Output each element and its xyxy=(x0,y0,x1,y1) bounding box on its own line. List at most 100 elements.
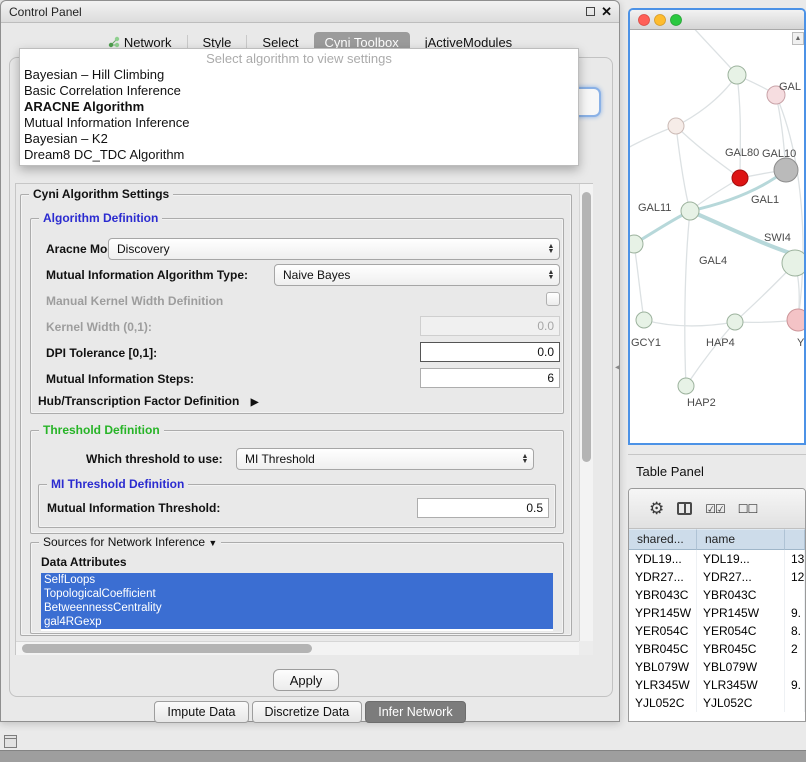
algorithm-dropdown-popup: Select algorithm to view settings Bayesi… xyxy=(19,48,579,166)
table-row[interactable]: YJL052C YJL052C xyxy=(629,694,805,712)
table-row[interactable]: YBR043C YBR043C xyxy=(629,586,805,604)
cell[interactable]: YBR043C xyxy=(629,586,697,604)
attribute-item-selected[interactable]: gal4RGexp xyxy=(41,615,553,629)
cell[interactable]: YDR27... xyxy=(697,568,785,586)
control-panel-titlebar[interactable]: Control Panel ✕ xyxy=(1,1,619,23)
attribute-item-selected[interactable]: BetweennessCentrality xyxy=(41,601,553,615)
which-threshold-combobox[interactable]: MI Threshold ▲▼ xyxy=(236,448,534,470)
hub-definition-expander[interactable]: Hub/Transcription Factor Definition ▶ xyxy=(38,394,258,408)
deselect-all-icon[interactable]: ☐☐ xyxy=(738,502,758,516)
apply-button[interactable]: Apply xyxy=(273,669,339,691)
column-header-name[interactable]: name xyxy=(697,529,785,550)
cell[interactable]: YJL052C xyxy=(697,694,785,712)
network-node[interactable] xyxy=(668,118,684,134)
cell[interactable]: YBR045C xyxy=(629,640,697,658)
attribute-item-selected[interactable]: SelfLoops xyxy=(41,573,553,587)
network-edge xyxy=(644,320,735,326)
cell[interactable]: YBL079W xyxy=(697,658,785,676)
close-icon[interactable]: ✕ xyxy=(601,4,612,20)
dropdown-item[interactable]: Mutual Information Inference xyxy=(20,115,578,131)
network-canvas[interactable]: GAL GAL80 GAL10 GAL11 GAL1 SWI4 GAL4 GCY… xyxy=(630,30,804,443)
splitpane-collapse-icon[interactable]: ◂ xyxy=(615,362,620,373)
network-edge xyxy=(634,211,690,244)
cell[interactable]: YLR345W xyxy=(697,676,785,694)
minimized-panel-icon[interactable] xyxy=(4,735,17,748)
close-traffic-light[interactable] xyxy=(639,15,650,26)
table-row[interactable]: YER054C YER054C 8. xyxy=(629,622,805,640)
column-header[interactable] xyxy=(785,529,805,550)
combo-arrows-icon: ▲▼ xyxy=(545,270,559,280)
vertical-scrollbar[interactable] xyxy=(579,184,593,641)
manual-kernel-checkbox[interactable] xyxy=(546,292,560,306)
cell[interactable] xyxy=(785,586,805,604)
mi-threshold-field[interactable] xyxy=(417,498,549,518)
cell[interactable]: 9. xyxy=(785,676,805,694)
network-node[interactable] xyxy=(636,312,652,328)
select-all-icon[interactable]: ☑☑ xyxy=(705,502,725,516)
cell[interactable]: YPR145W xyxy=(629,604,697,622)
dpi-tolerance-field[interactable] xyxy=(420,342,560,362)
aracne-mode-combobox[interactable]: Discovery ▲▼ xyxy=(108,238,560,260)
dropdown-item[interactable]: Dream8 DC_TDC Algorithm xyxy=(20,147,578,163)
network-node[interactable] xyxy=(681,202,699,220)
tab-discretize-data[interactable]: Discretize Data xyxy=(252,701,363,723)
cell[interactable]: YDL19... xyxy=(629,550,697,568)
tab-infer-network[interactable]: Infer Network xyxy=(365,701,465,723)
cell[interactable] xyxy=(785,694,805,712)
expanded-arrow-icon: ▼ xyxy=(208,538,217,548)
attribute-item-selected[interactable]: TopologicalCoefficient xyxy=(41,587,553,601)
dropdown-item[interactable]: Basic Correlation Inference xyxy=(20,83,578,99)
settings-gear-icon[interactable]: ⚙ xyxy=(649,500,664,517)
table-row[interactable]: YDR27... YDR27... 12 xyxy=(629,568,805,586)
table-row[interactable]: YLR345W YLR345W 9. xyxy=(629,676,805,694)
dropdown-item[interactable]: Bayesian – Hill Climbing xyxy=(20,67,578,83)
network-node[interactable] xyxy=(787,309,804,331)
network-node-gal10[interactable] xyxy=(732,170,748,186)
cell[interactable]: YJL052C xyxy=(629,694,697,712)
cell[interactable] xyxy=(785,658,805,676)
horizontal-scrollbar[interactable] xyxy=(16,641,579,655)
network-window-titlebar[interactable] xyxy=(630,10,804,30)
network-node[interactable] xyxy=(782,250,804,276)
scroll-up-arrow-icon[interactable]: ▲ xyxy=(792,32,804,45)
scrollbar-thumb[interactable] xyxy=(582,192,591,462)
table-row[interactable]: YPR145W YPR145W 9. xyxy=(629,604,805,622)
dropdown-placeholder: Select algorithm to view settings xyxy=(20,51,578,67)
cell[interactable]: YPR145W xyxy=(697,604,785,622)
cell[interactable]: YER054C xyxy=(629,622,697,640)
cell[interactable]: 12 xyxy=(785,568,805,586)
column-header-shared-name[interactable]: shared... xyxy=(629,529,697,550)
dropdown-item[interactable]: Bayesian – K2 xyxy=(20,131,578,147)
kernel-width-field[interactable] xyxy=(420,316,560,336)
scrollbar-thumb[interactable] xyxy=(22,644,312,653)
dropdown-item-selected[interactable]: ARACNE Algorithm xyxy=(20,99,578,115)
network-node[interactable] xyxy=(727,314,743,330)
cell[interactable]: 2 xyxy=(785,640,805,658)
table-row[interactable]: YBL079W YBL079W xyxy=(629,658,805,676)
cell[interactable]: YBR045C xyxy=(697,640,785,658)
network-node[interactable] xyxy=(728,66,746,84)
cell[interactable]: YER054C xyxy=(697,622,785,640)
tab-impute-data[interactable]: Impute Data xyxy=(154,701,248,723)
network-node[interactable] xyxy=(774,158,798,182)
cell[interactable]: YBR043C xyxy=(697,586,785,604)
columns-icon[interactable] xyxy=(677,502,692,515)
cell[interactable]: YLR345W xyxy=(629,676,697,694)
cell[interactable]: YDR27... xyxy=(629,568,697,586)
network-node[interactable] xyxy=(630,235,643,253)
cell[interactable]: YDL19... xyxy=(697,550,785,568)
cell[interactable]: 9. xyxy=(785,604,805,622)
network-view-window: GAL GAL80 GAL10 GAL11 GAL1 SWI4 GAL4 GCY… xyxy=(628,8,806,445)
float-window-icon[interactable] xyxy=(586,7,595,16)
sources-expander[interactable]: Sources for Network Inference ▼ xyxy=(39,535,221,550)
table-row[interactable]: YDL19... YDL19... 13 xyxy=(629,550,805,568)
zoom-traffic-light[interactable] xyxy=(671,15,682,26)
cell[interactable]: YBL079W xyxy=(629,658,697,676)
network-node[interactable] xyxy=(678,378,694,394)
cell[interactable]: 13 xyxy=(785,550,805,568)
mi-type-combobox[interactable]: Naive Bayes ▲▼ xyxy=(274,264,560,286)
table-row[interactable]: YBR045C YBR045C 2 xyxy=(629,640,805,658)
mi-steps-field[interactable] xyxy=(420,368,560,388)
cell[interactable]: 8. xyxy=(785,622,805,640)
minimize-traffic-light[interactable] xyxy=(655,15,666,26)
